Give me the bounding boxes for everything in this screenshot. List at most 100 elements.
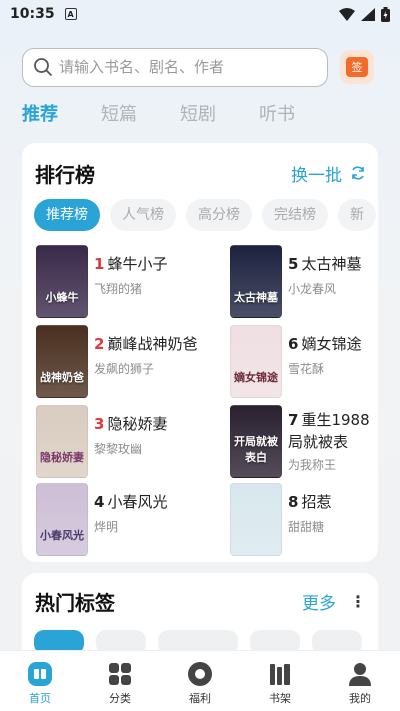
rank-number: 5 — [288, 255, 299, 273]
ranking-list: 小蜂牛 1 蜂牛小子 飞翔的猪 战神奶爸 2 巅峰战神奶爸 发飙的狮子 隐秘娇妻 3… — [22, 231, 378, 561]
notification-a-icon: A — [64, 8, 77, 20]
book-title-text: 招惹 — [301, 493, 332, 511]
nav-bookshelf[interactable]: 书架 — [240, 651, 320, 711]
book-title-text: 巅峰战神奶爸 — [107, 335, 198, 353]
book-cover: 隐秘娇妻 — [36, 405, 88, 478]
book-cover: 小春风光 — [36, 483, 88, 556]
checkin-icon: 签 — [346, 57, 368, 77]
search-box[interactable] — [22, 47, 328, 87]
refresh-button[interactable]: 换一批 — [291, 161, 366, 186]
ranking-chips: 推荐榜 人气榜 高分榜 完结榜 新 — [22, 191, 378, 231]
chip-popular[interactable]: 人气榜 — [110, 199, 176, 231]
rank-item-6[interactable]: 嫡女锦途 6 嫡女锦途 雪花酥 — [230, 325, 378, 398]
nav-profile-label: 我的 — [349, 692, 371, 705]
status-icons — [339, 6, 390, 22]
hot-tags-header: 热门标签 更多 ⋮ — [22, 573, 378, 616]
nav-profile[interactable]: 我的 — [320, 651, 400, 711]
chip-high-score[interactable]: 高分榜 — [186, 199, 252, 231]
status-time: 10:35 — [10, 6, 55, 22]
chip-new[interactable]: 新 — [338, 199, 376, 231]
book-title: 5 太古神墓 — [288, 253, 361, 274]
search-icon — [34, 58, 52, 76]
tag-row — [22, 616, 378, 654]
cover-title: 开局就被表白 — [234, 435, 278, 464]
book-title-text: 嫡女锦途 — [301, 335, 362, 353]
benefits-icon — [188, 662, 212, 686]
rank-item-4[interactable]: 小春风光 4 小春风光 烨明 — [36, 483, 216, 556]
hot-tags-title: 热门标签 — [35, 591, 115, 615]
rank-number: 4 — [94, 493, 105, 511]
cover-title: 小春风光 — [40, 529, 84, 542]
book-title: 3 隐秘娇妻 — [94, 413, 167, 434]
search-input[interactable] — [59, 58, 309, 76]
rank-item-7[interactable]: 开局就被表白 7 重生1988局就被表 为我称王 — [230, 405, 378, 478]
rank-number: 7 — [288, 411, 299, 429]
cover-title: 隐秘娇妻 — [40, 451, 84, 464]
book-cover: 小蜂牛 — [36, 245, 88, 318]
book-author: 烨明 — [94, 520, 119, 534]
chip-recommend[interactable]: 推荐榜 — [34, 199, 100, 231]
book-author: 甜甜糖 — [288, 520, 325, 534]
refresh-label: 换一批 — [291, 165, 342, 186]
book-title-text: 重生1988局就被表 — [288, 411, 370, 451]
book-title: 7 重生1988局就被表 — [288, 409, 374, 453]
book-title-text: 太古神墓 — [301, 255, 362, 273]
rank-number: 3 — [94, 415, 105, 433]
book-author: 飞翔的猪 — [94, 282, 143, 296]
more-button[interactable]: 更多 — [302, 589, 336, 614]
rank-item-3[interactable]: 隐秘娇妻 3 隐秘娇妻 黎黎玫幽 — [36, 405, 216, 478]
top-tabs: 推荐 短篇 短剧 听书 — [22, 100, 338, 132]
cover-title: 太古神墓 — [234, 291, 278, 304]
nav-bookshelf-label: 书架 — [269, 692, 291, 705]
book-author: 为我称王 — [288, 458, 337, 472]
book-author: 雪花酥 — [288, 362, 325, 376]
book-cover: 开局就被表白 — [230, 405, 282, 478]
book-cover — [230, 483, 282, 556]
book-author: 小龙春风 — [288, 282, 337, 296]
tab-audiobooks[interactable]: 听书 — [259, 100, 295, 132]
ranking-card: 排行榜 换一批 推荐榜 人气榜 高分榜 完结榜 新 小蜂牛 1 蜂牛小子 飞翔的猪 — [22, 143, 378, 562]
book-title-text: 隐秘娇妻 — [107, 415, 168, 433]
rank-item-8[interactable]: 8 招惹 甜甜糖 — [230, 483, 378, 556]
rank-item-5[interactable]: 太古神墓 5 太古神墓 小龙春风 — [230, 245, 378, 318]
more-options-icon[interactable]: ⋮ — [350, 592, 366, 611]
bottom-nav: 首页 分类 福利 书架 我的 — [0, 650, 400, 711]
chip-completed[interactable]: 完结榜 — [262, 199, 328, 231]
cover-title: 战神奶爸 — [40, 371, 84, 384]
tab-recommend[interactable]: 推荐 — [22, 100, 58, 132]
book-cover: 嫡女锦途 — [230, 325, 282, 398]
rank-number: 2 — [94, 335, 105, 353]
search-row: 签 — [22, 47, 374, 87]
book-title: 1 蜂牛小子 — [94, 253, 167, 274]
checkin-button[interactable]: 签 — [340, 50, 374, 84]
book-title: 2 巅峰战神奶爸 — [94, 333, 197, 354]
rank-number: 8 — [288, 493, 299, 511]
refresh-icon — [352, 166, 364, 180]
tab-short-dramas[interactable]: 短剧 — [180, 100, 216, 132]
rank-item-2[interactable]: 战神奶爸 2 巅峰战神奶爸 发飙的狮子 — [36, 325, 216, 398]
book-author: 发飙的狮子 — [94, 362, 155, 376]
book-cover: 太古神墓 — [230, 245, 282, 318]
rank-number: 6 — [288, 335, 299, 353]
book-title: 4 小春风光 — [94, 491, 167, 512]
rank-number: 1 — [94, 255, 105, 273]
nav-category-label: 分类 — [109, 692, 131, 705]
profile-icon — [349, 663, 371, 686]
home-icon — [28, 662, 52, 686]
nav-benefits-label: 福利 — [189, 692, 211, 705]
tab-short-stories[interactable]: 短篇 — [101, 100, 137, 132]
grid-icon — [109, 663, 131, 685]
nav-home-label: 首页 — [29, 692, 51, 705]
battery-icon — [381, 6, 390, 22]
status-bar: 10:35 A — [0, 0, 400, 28]
wifi-icon — [339, 7, 355, 21]
nav-benefits[interactable]: 福利 — [160, 651, 240, 711]
book-title-text: 小春风光 — [107, 493, 168, 511]
signal-icon — [361, 7, 375, 21]
nav-category[interactable]: 分类 — [80, 651, 160, 711]
book-cover: 战神奶爸 — [36, 325, 88, 398]
rank-item-1[interactable]: 小蜂牛 1 蜂牛小子 飞翔的猪 — [36, 245, 216, 318]
bookshelf-icon — [270, 664, 290, 685]
nav-home[interactable]: 首页 — [0, 651, 80, 711]
book-title-text: 蜂牛小子 — [107, 255, 168, 273]
